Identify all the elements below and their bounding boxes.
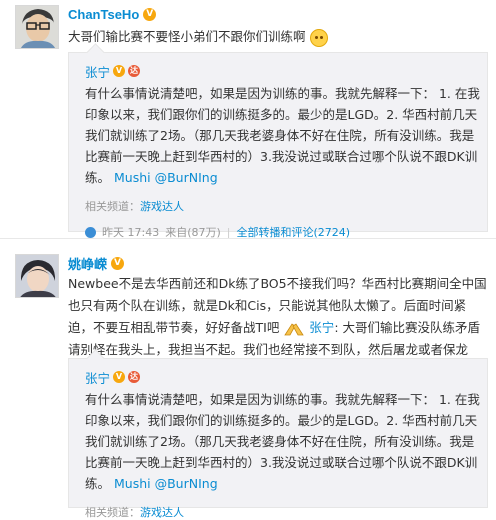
clasped-hands-emoji-icon (283, 321, 305, 337)
channel-link[interactable]: 游戏达人 (140, 200, 184, 213)
vip-badge-icon: V (143, 8, 157, 21)
channel-label: 相关频道： (85, 200, 140, 213)
mention-burning[interactable]: @BurNIng (155, 170, 218, 185)
quoted-author-name[interactable]: 张宁 (85, 62, 110, 81)
quoted-post: 张宁 V 达 有什么事情说清楚吧，如果是因为训练的事。我就先解释一下： 1. 在… (68, 358, 488, 519)
sad-face-emoji-icon (309, 28, 328, 47)
post-divider (0, 238, 496, 239)
post-content: 大哥们输比赛不要怪小弟们不跟你们训练啊 (68, 26, 488, 48)
quoted-text: 有什么事情说清楚吧，如果是因为训练的事。我就先解释一下： 1. 在我印象以来，我… (85, 83, 481, 188)
talent-badge-icon: 达 (128, 65, 141, 77)
author-name[interactable]: 姚峥嵘 (68, 254, 107, 273)
vip-badge-icon: V (113, 371, 126, 383)
quoted-author-name[interactable]: 张宁 (85, 368, 110, 387)
mention-mushi[interactable]: Mushi (114, 170, 151, 185)
mention-mushi[interactable]: Mushi (114, 476, 151, 491)
channel-label: 相关频道： (85, 506, 140, 519)
channel-link[interactable]: 游戏达人 (140, 506, 184, 519)
vip-badge-icon: V (111, 257, 125, 270)
vip-badge-icon: V (113, 65, 126, 77)
quoted-text: 有什么事情说清楚吧，如果是因为训练的事。我就先解释一下： 1. 在我印象以来，我… (85, 389, 481, 494)
avatar[interactable] (15, 254, 59, 298)
avatar[interactable] (15, 5, 59, 49)
author-name[interactable]: ChanTseHo (68, 7, 139, 22)
talent-badge-icon: 达 (128, 371, 141, 383)
related-channel: 相关频道：游戏达人 (85, 198, 481, 214)
mention-burning[interactable]: @BurNIng (155, 476, 218, 491)
separator: | (226, 225, 231, 239)
post-text: 大哥们输比赛不要怪小弟们不跟你们训练啊 (68, 29, 306, 44)
related-channel: 相关频道：游戏达人 (85, 504, 481, 520)
post-content: Newbee不是去华西前还和Dk练了BO5不接我们吗？华西村比赛期间全中国也只有… (68, 273, 488, 361)
client-icon (85, 226, 96, 238)
quoted-post: 张宁 V 达 有什么事情说清楚吧，如果是因为训练的事。我就先解释一下： 1. 在… (68, 52, 488, 239)
mention-zhangning[interactable]: 张宁 (309, 320, 334, 335)
